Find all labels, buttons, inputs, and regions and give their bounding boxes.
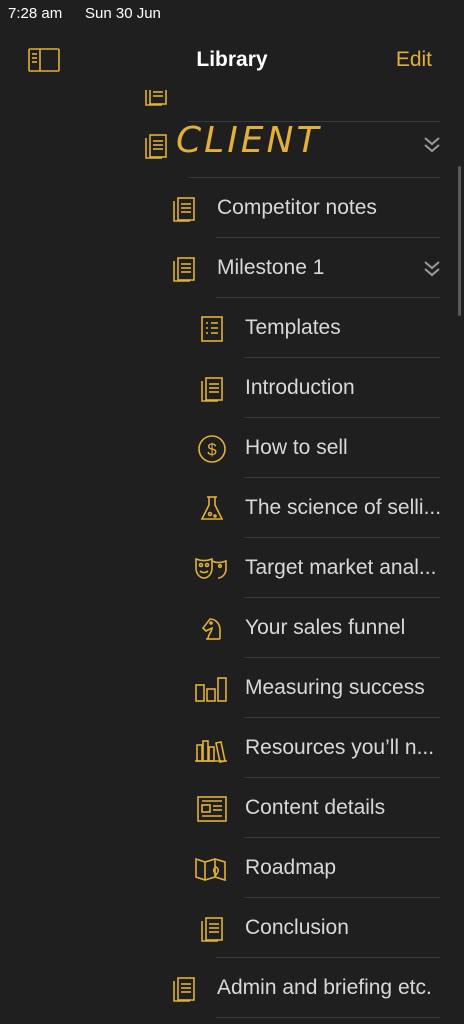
item-label: Target market anal... [245,556,437,579]
item-label: How to sell [245,436,348,459]
newspaper-icon [196,795,227,823]
item-label: Measuring success [245,676,425,699]
client-handwritten-label: CLIENT [176,120,322,161]
chevron-down-icon[interactable] [422,258,442,278]
chevron-down-icon[interactable] [422,134,442,154]
navigation-bar: Library Edit [0,28,464,90]
item-label: Your sales funnel [245,616,406,639]
item-label: Content details [245,796,386,819]
item-label: The science of selli... [245,496,442,519]
list-item-sales-funnel[interactable]: Your sales funnel [0,598,464,658]
edit-button[interactable]: Edit [396,48,432,72]
item-label: Introduction [245,376,355,399]
list-item-content-details[interactable]: Content details [0,778,464,838]
map-icon [194,855,226,883]
list-item-competitor-notes[interactable]: Competitor notes [0,178,464,238]
item-label: Competitor notes [217,196,377,219]
flask-icon [198,495,226,523]
item-label: Resources you’ll n... [245,736,435,759]
list-item-resources[interactable]: Resources you’ll n... [0,718,464,778]
document-icon [170,195,198,223]
document-icon [142,132,170,160]
list-item-how-to-sell[interactable]: $ How to sell [0,418,464,478]
list-item-roadmap[interactable]: Roadmap [0,838,464,898]
list-item-target-market[interactable]: Target market anal... [0,538,464,598]
list-item-conclusion[interactable]: Conclusion [0,898,464,958]
books-icon [194,735,227,763]
masks-icon [194,555,227,583]
svg-text:$: $ [207,440,217,459]
list-item-templates[interactable]: Templates [0,298,464,358]
document-icon [198,915,226,943]
item-label: Conclusion [245,916,349,939]
item-label: Templates [245,316,341,339]
row-separator [216,1017,440,1018]
item-label: Roadmap [245,856,337,879]
bar-chart-icon [194,675,227,703]
list-item-introduction[interactable]: Introduction [0,358,464,418]
list-item-milestone-1[interactable]: Milestone 1 [0,238,464,298]
scrollbar[interactable] [458,166,461,316]
list-item-measuring-success[interactable]: Measuring success [0,658,464,718]
list-item-admin-briefing[interactable]: Admin and briefing etc. [0,958,464,1018]
document-icon [170,255,198,283]
document-icon [170,975,198,1003]
item-label: Milestone 1 [217,256,325,279]
document-icon [198,375,226,403]
checklist-icon [198,315,226,343]
item-label: Admin and briefing etc. [217,976,432,999]
chess-knight-icon [198,615,226,643]
library-list: CLIENT Competitor notes Milestone 1 Temp… [0,0,464,1024]
list-item-science-of-selling[interactable]: The science of selli... [0,478,464,538]
dollar-icon: $ [196,435,226,463]
page-title: Library [196,48,268,71]
